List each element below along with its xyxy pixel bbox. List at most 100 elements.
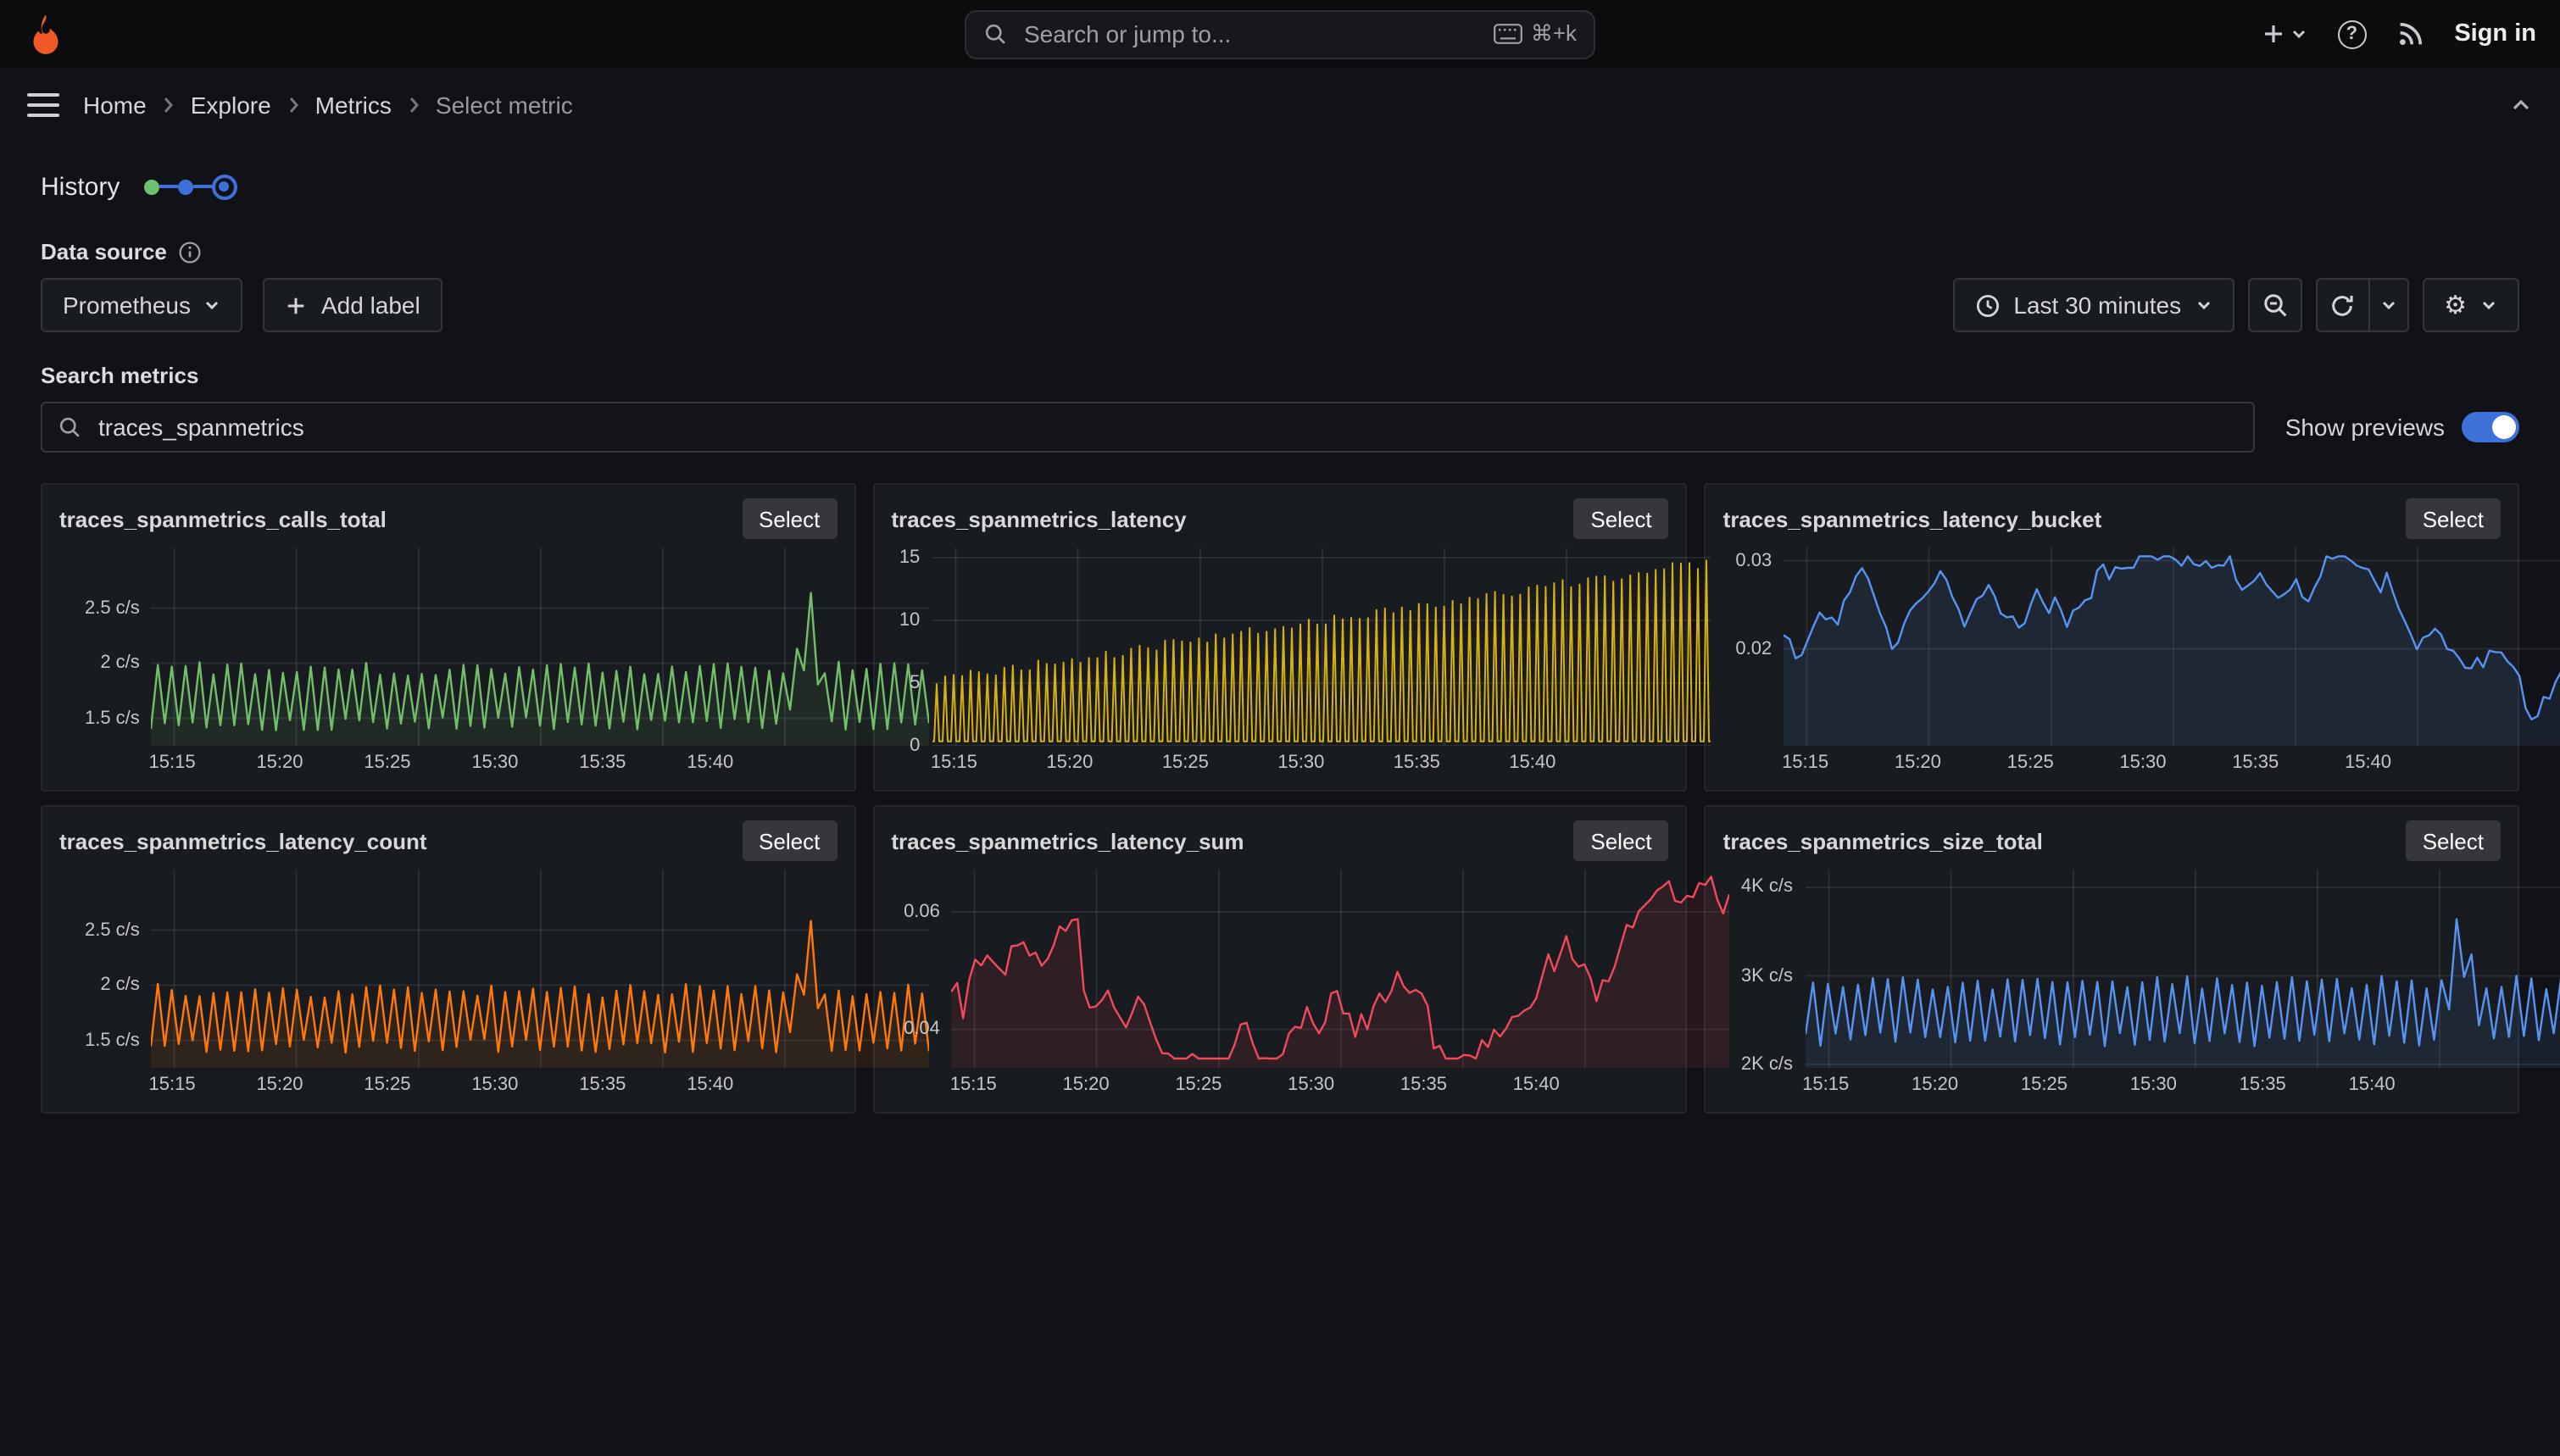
select-button[interactable]: Select (1573, 498, 1668, 539)
chevron-down-icon (2480, 297, 2497, 314)
chevron-down-icon (2290, 25, 2307, 42)
rss-icon (2396, 20, 2424, 47)
chart-plot (152, 870, 838, 1068)
add-menu-button[interactable] (2261, 22, 2307, 46)
panel-title: traces_spanmetrics_calls_total (59, 506, 387, 531)
select-button[interactable]: Select (2406, 820, 2501, 861)
breadcrumb-current: Select metric (436, 92, 573, 119)
chart-plot (1784, 547, 2501, 746)
menu-toggle-button[interactable] (27, 93, 59, 117)
history-steps (143, 174, 237, 199)
panel-title: traces_spanmetrics_size_total (1723, 828, 2043, 853)
y-axis: 1.5 c/s2 c/s2.5 c/s (59, 547, 152, 776)
help-button[interactable]: ? (2337, 19, 2366, 48)
select-button[interactable]: Select (742, 498, 837, 539)
datasource-label-row: Data source (41, 239, 2519, 264)
breadcrumb-bar: Home Explore Metrics Select metric (0, 68, 2560, 142)
x-axis: 15:1515:2015:2515:3015:3515:40 (1784, 746, 2501, 776)
history-step-icon[interactable] (143, 179, 159, 194)
breadcrumb-home[interactable]: Home (83, 92, 147, 119)
zoom-out-icon (2261, 292, 2288, 319)
plus-icon (2261, 22, 2285, 46)
chevron-right-icon (287, 95, 300, 115)
chevron-right-icon (162, 95, 175, 115)
history-current-step-icon[interactable] (211, 174, 237, 199)
time-range-value: Last 30 minutes (2013, 292, 2181, 319)
chart-plot (952, 870, 1669, 1068)
show-previews-toggle[interactable] (2462, 412, 2519, 442)
main-content: History Data source Prometheus (0, 164, 2560, 1114)
breadcrumb-explore[interactable]: Explore (191, 92, 271, 119)
history-connector (192, 185, 211, 188)
question-icon: ? (2337, 19, 2366, 48)
metric-panel-grid: traces_spanmetrics_calls_total Select 1.… (41, 483, 2519, 1114)
chevron-down-icon (2195, 297, 2212, 314)
zoom-out-button[interactable] (2247, 278, 2301, 332)
search-icon (983, 22, 1007, 46)
breadcrumb: Home Explore Metrics Select metric (83, 92, 573, 119)
grafana-flame-icon (24, 12, 68, 56)
x-axis: 15:1515:2015:2515:3015:3515:40 (152, 1068, 838, 1098)
search-metrics-label-row: Search metrics (41, 363, 2519, 388)
history-connector (159, 185, 177, 188)
settings-button[interactable]: ⚙ (2422, 278, 2519, 332)
shortcut-hint: ⌘+k (1494, 20, 1577, 47)
metric-search-input[interactable] (95, 412, 2238, 442)
history-row: History (41, 164, 2519, 208)
history-step-icon[interactable] (177, 179, 192, 194)
search-icon (58, 415, 81, 439)
refresh-interval-button[interactable] (2368, 278, 2408, 332)
refresh-button[interactable] (2315, 278, 2369, 332)
top-nav: ⌘+k ? Sign in (0, 0, 2560, 68)
metric-panel: traces_spanmetrics_latency Select 051015… (872, 483, 1687, 792)
select-button[interactable]: Select (742, 820, 837, 861)
metric-chart: 0.040.06 15:1515:2015:2515:3015:3515:40 (891, 870, 1668, 1098)
chart-plot (1805, 870, 2501, 1068)
controls-right: Last 30 minutes (1952, 278, 2519, 332)
collapse-controls-button[interactable] (2509, 93, 2533, 117)
shortcut-text: ⌘+k (1531, 20, 1577, 47)
y-axis: 0.020.03 (1723, 547, 1784, 776)
metric-panel: traces_spanmetrics_latency_bucket Select… (1705, 483, 2519, 792)
metric-panel: traces_spanmetrics_calls_total Select 1.… (41, 483, 855, 792)
chart-plot (932, 547, 1668, 746)
datasource-picker[interactable]: Prometheus (41, 278, 243, 332)
metric-chart: 1.5 c/s2 c/s2.5 c/s 15:1515:2015:2515:30… (59, 870, 837, 1098)
y-axis: 2K c/s3K c/s4K c/s (1723, 870, 1805, 1098)
chevron-right-icon (407, 95, 420, 115)
refresh-icon (2329, 292, 2355, 318)
y-axis: 0.040.06 (891, 870, 952, 1098)
add-label-button[interactable]: Add label (264, 278, 442, 332)
news-button[interactable] (2396, 20, 2424, 47)
x-axis: 15:1515:2015:2515:3015:3515:40 (152, 746, 838, 776)
global-search[interactable]: ⌘+k (965, 9, 1595, 58)
time-range-picker[interactable]: Last 30 minutes (1952, 278, 2234, 332)
breadcrumb-metrics[interactable]: Metrics (315, 92, 392, 119)
metric-chart: 1.5 c/s2 c/s2.5 c/s 15:1515:2015:2515:30… (59, 547, 837, 776)
grafana-app: ⌘+k ? Sign in (0, 0, 2560, 1456)
grafana-logo[interactable] (24, 12, 68, 56)
chevron-down-icon (204, 297, 221, 314)
clock-icon (1974, 292, 2000, 318)
metric-panel: traces_spanmetrics_latency_sum Select 0.… (872, 805, 1687, 1114)
y-axis: 1.5 c/s2 c/s2.5 c/s (59, 870, 152, 1098)
sign-in-button[interactable]: Sign in (2454, 20, 2536, 47)
global-search-input[interactable] (1021, 19, 1480, 49)
metric-chart: 051015 15:1515:2015:2515:3015:3515:40 (891, 547, 1668, 776)
chart-plot (152, 547, 838, 746)
nav-right-cluster: ? Sign in (2261, 19, 2536, 48)
info-icon (179, 240, 203, 264)
x-axis: 15:1515:2015:2515:3015:3515:40 (932, 746, 1668, 776)
panel-title: traces_spanmetrics_latency (891, 506, 1186, 531)
search-row: Show previews (41, 402, 2519, 453)
metric-chart: 0.020.03 15:1515:2015:2515:3015:3515:40 (1723, 547, 2501, 776)
chevron-up-icon (2509, 93, 2533, 117)
datasource-picker-value: Prometheus (63, 292, 191, 319)
panel-title: traces_spanmetrics_latency_bucket (1723, 506, 2102, 531)
select-button[interactable]: Select (1573, 820, 1668, 861)
select-button[interactable]: Select (2406, 498, 2501, 539)
add-label-text: Add label (321, 292, 420, 319)
metric-search-box[interactable] (41, 402, 2255, 453)
show-previews-control: Show previews (2285, 412, 2519, 442)
metric-panel: traces_spanmetrics_latency_count Select … (41, 805, 855, 1114)
